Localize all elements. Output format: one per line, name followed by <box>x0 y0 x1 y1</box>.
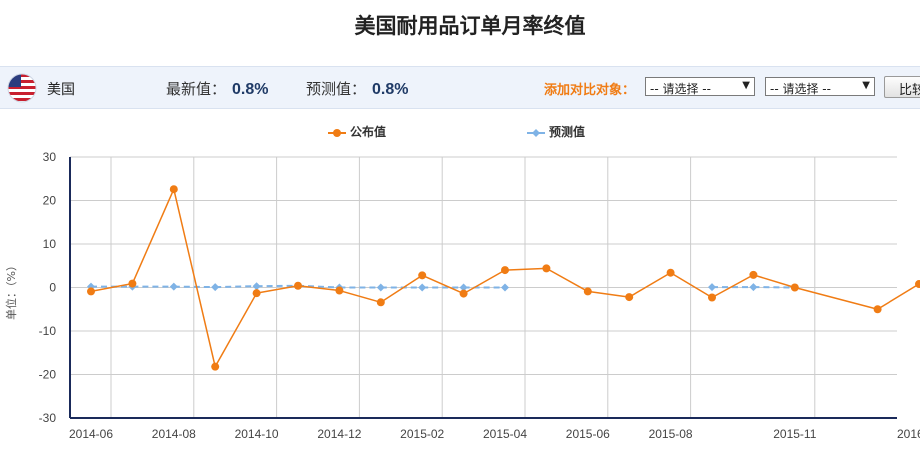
forecast-point <box>501 283 509 292</box>
actual-point <box>335 286 344 295</box>
actual-point <box>542 264 551 273</box>
actual-point <box>294 281 302 290</box>
x-tick-label: 2014-10 <box>235 427 279 441</box>
x-tick-label: 2015-08 <box>649 427 693 441</box>
y-tick-label: -30 <box>39 411 57 425</box>
actual-line-segment <box>504 267 547 271</box>
actual-line-segment <box>214 292 258 368</box>
y-tick-label: 30 <box>43 150 57 164</box>
actual-point <box>252 289 261 298</box>
x-tick-label: 2014-06 <box>69 427 113 441</box>
actual-point <box>376 298 385 307</box>
x-tick-label: 2014-12 <box>317 427 361 441</box>
actual-point <box>873 305 882 314</box>
y-tick-label: 0 <box>49 281 56 295</box>
actual-point <box>666 268 675 277</box>
actual-line-segment <box>339 289 382 304</box>
y-tick-label: -20 <box>39 368 57 382</box>
actual-line-segment <box>131 188 175 284</box>
actual-line-segment <box>173 189 216 367</box>
actual-line-segment <box>794 286 878 310</box>
actual-point <box>501 266 509 275</box>
actual-line-segment <box>380 274 423 303</box>
actual-line-segment <box>421 274 464 295</box>
actual-line-segment <box>753 274 796 289</box>
actual-point <box>708 293 716 302</box>
actual-point <box>87 287 95 296</box>
actual-line-segment <box>587 290 630 298</box>
actual-line-segment <box>670 272 713 299</box>
forecast-point <box>749 283 758 292</box>
x-tick-label: 2014-08 <box>152 427 196 441</box>
forecast-point <box>252 282 261 291</box>
forecast-line-segment <box>215 285 257 289</box>
forecast-point <box>376 283 385 292</box>
forecast-point <box>169 282 178 291</box>
x-tick-label: 2015-11 <box>773 427 816 441</box>
actual-line-segment <box>463 269 506 295</box>
line-chart: 30 20 10 0 -10 -20 -30 2014-06 2014-08 2014-10 201… <box>39 150 920 441</box>
y-tick-label: 10 <box>43 237 57 251</box>
y-tick-label: 20 <box>43 194 57 208</box>
forecast-point <box>708 283 716 292</box>
actual-line-segment <box>628 272 671 298</box>
actual-point <box>790 283 799 292</box>
actual-point <box>583 287 592 296</box>
forecast-point <box>211 283 220 292</box>
x-tick-label: 2015-04 <box>483 427 527 441</box>
actual-point <box>128 279 137 288</box>
actual-point <box>749 270 758 279</box>
x-tick-label: 2015-06 <box>566 427 610 441</box>
y-tick-label: -10 <box>39 324 57 338</box>
actual-point <box>625 293 634 302</box>
actual-point <box>459 289 468 298</box>
forecast-point <box>418 283 427 292</box>
x-tick-label: 2015-02 <box>400 427 444 441</box>
x-tick-label: 2016-02 <box>897 427 920 441</box>
actual-point <box>211 362 220 371</box>
actual-point <box>418 271 427 280</box>
actual-point <box>169 185 178 194</box>
